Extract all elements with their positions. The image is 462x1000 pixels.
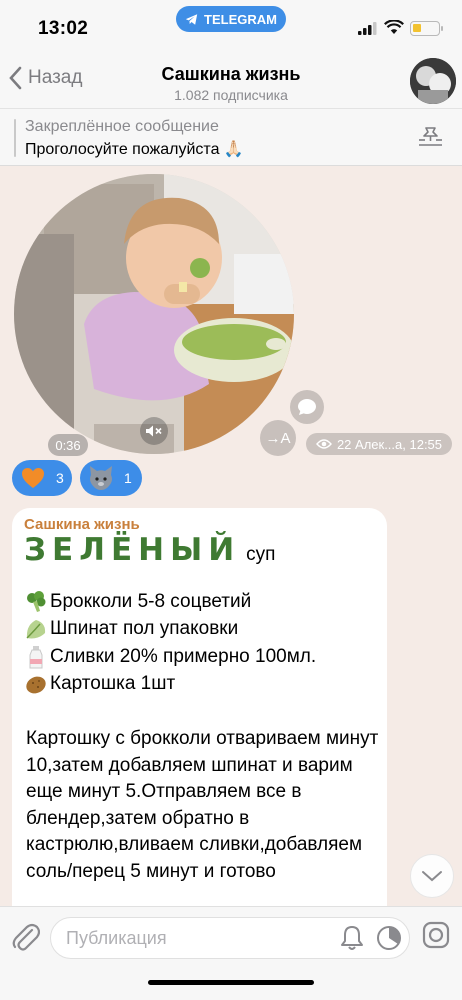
message-date: 22 Алек...а, 12:55	[336, 436, 443, 452]
channel-title[interactable]: Сашкина жизнь	[0, 64, 462, 85]
message-meta: 22 Алек...а, 12:55	[306, 433, 452, 455]
ingredient-text: Шпинат пол упаковки	[50, 618, 239, 639]
message-input-field[interactable]	[66, 928, 326, 949]
ingredient-item: Брокколи 5-8 соцветий	[24, 590, 251, 614]
telegram-plane-icon	[185, 13, 198, 25]
heart-icon	[18, 463, 48, 493]
reaction-heart[interactable]: 3	[12, 460, 72, 496]
reaction-count: 3	[56, 470, 64, 486]
round-video-message[interactable]	[14, 174, 294, 454]
milk-bottle-icon	[29, 646, 43, 669]
mute-button[interactable]	[140, 417, 168, 445]
views-eye-icon	[316, 439, 332, 449]
reaction-count: 1	[124, 470, 132, 486]
comments-button[interactable]	[290, 390, 324, 424]
pinned-title: Закреплённое сообщение	[25, 118, 219, 135]
leafy-green-icon	[26, 620, 46, 639]
message-body: Картошку с брокколи отвариваем минут 10,…	[26, 728, 379, 882]
battery-icon	[410, 21, 443, 36]
subscriber-count: 1.082 подписчика	[174, 87, 288, 103]
speaker-muted-icon	[146, 425, 162, 437]
ingredient-item: Сливки 20% примерно 100мл.	[24, 645, 316, 669]
ingredient-text: Брокколи 5-8 соцветий	[50, 591, 252, 612]
translate-icon: →A	[265, 429, 291, 447]
pinned-message-bar[interactable]: Закреплённое сообщение Проголосуйте пожа…	[0, 108, 462, 166]
video-duration: 0:36	[48, 434, 88, 456]
reaction-cat[interactable]: 1	[80, 460, 142, 496]
channel-avatar[interactable]	[410, 58, 456, 104]
headline-word: ЗЕЛЁНЫЙ	[24, 532, 241, 568]
composer-bar	[0, 906, 462, 1000]
chat-header: Назад Сашкина жизнь 1.082 подписчика	[0, 56, 462, 108]
cat-face-icon	[86, 463, 116, 493]
ingredient-item: Шпинат пол упаковки	[24, 617, 238, 641]
paperclip-icon[interactable]	[10, 921, 40, 953]
scroll-down-button[interactable]	[410, 854, 454, 898]
avatar-photo	[410, 58, 456, 104]
status-bar: 13:02 TELEGRAM	[0, 0, 462, 56]
pinned-text: Проголосуйте пожалуйста 🙏🏻	[25, 141, 244, 158]
telegram-label: TELEGRAM	[204, 11, 277, 27]
ingredient-text: Картошка 1шт	[50, 673, 176, 694]
ingredient-item: Картошка 1шт	[24, 672, 175, 696]
camera-icon[interactable]	[422, 921, 450, 949]
translate-button[interactable]: →A	[260, 420, 296, 456]
chevron-down-icon	[422, 871, 442, 882]
potato-icon	[26, 676, 46, 694]
cellular-signal-icon	[358, 22, 377, 35]
message-headline: ЗЕЛЁНЫЙ суп	[24, 532, 275, 568]
ingredient-text: Сливки 20% примерно 100мл.	[50, 646, 317, 667]
return-to-telegram-pill[interactable]: TELEGRAM	[176, 6, 286, 32]
broccoli-icon	[27, 591, 46, 612]
pinned-indicator	[14, 119, 16, 157]
home-indicator	[148, 980, 314, 985]
wifi-icon	[384, 20, 404, 34]
video-frame	[14, 174, 294, 454]
message-bubble[interactable]: Сашкина жизнь ЗЕЛЁНЫЙ суп Брокколи 5-8 с…	[12, 508, 387, 928]
pinned-list-icon[interactable]	[418, 126, 444, 148]
status-time: 13:02	[38, 18, 89, 39]
headline-rest: суп	[246, 544, 276, 565]
speech-bubble-icon	[298, 399, 316, 415]
bell-icon[interactable]	[340, 925, 364, 951]
scheduled-timer-icon[interactable]	[376, 925, 402, 951]
message-author: Сашкина жизнь	[24, 516, 140, 533]
